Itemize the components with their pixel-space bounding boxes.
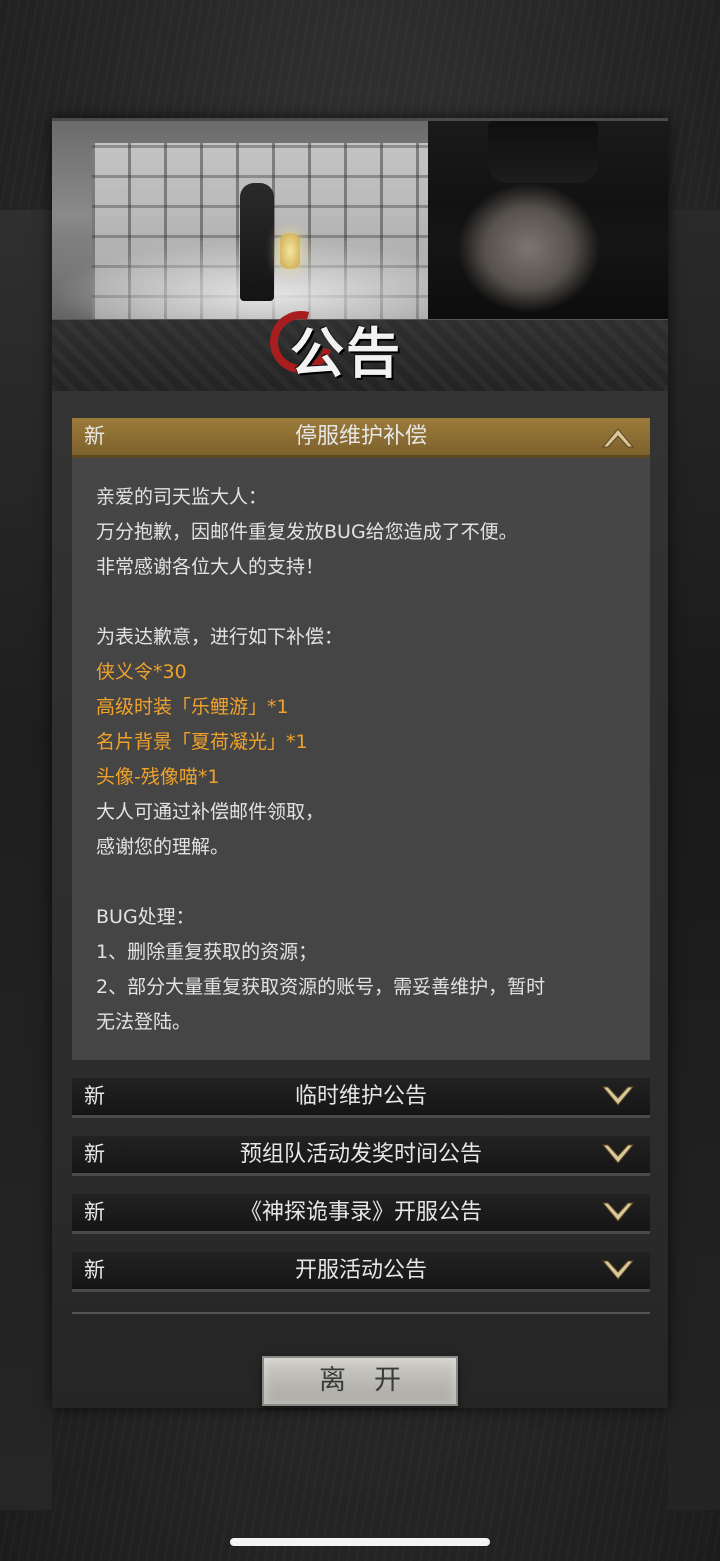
announcement-title: 开服活动公告 (294, 1258, 427, 1283)
banner-figure-illustration (240, 183, 274, 301)
background-left-scenery (0, 210, 52, 1510)
announcement-text-line: BUG处理： (96, 906, 195, 928)
announcement-item: 新 预组队活动发奖时间公告 (72, 1136, 650, 1176)
announcement-title: 临时维护公告 (294, 1084, 427, 1109)
announcement-item: 新 临时维护公告 (72, 1078, 650, 1118)
announcement-blank-line (96, 585, 626, 620)
list-divider (72, 1312, 650, 1314)
new-badge: 新 (84, 1084, 105, 1108)
announcement-text-line: 感谢您的理解。 (96, 836, 230, 858)
announcement-blank-line (96, 865, 626, 900)
announcement-title: 预组队活动发奖时间公告 (239, 1142, 482, 1167)
announcement-text-line: 万分抱歉，因邮件重复发放BUG给您造成了不便。 (96, 521, 518, 543)
announcement-text-line: 亲爱的司天监大人： (96, 486, 268, 508)
reward-item: 名片背景「夏荷凝光」*1 (96, 731, 308, 753)
announcement-body: 亲爱的司天监大人： 万分抱歉，因邮件重复发放BUG给您造成了不便。 非常感谢各位… (72, 458, 650, 1060)
leave-button[interactable]: 离开 (262, 1356, 458, 1406)
reward-item: 侠义令*30 (96, 661, 187, 683)
home-indicator[interactable] (230, 1538, 490, 1546)
announcement-header-collapsed[interactable]: 新 开服活动公告 (72, 1252, 650, 1292)
announcement-text-line: 大人可通过补偿邮件领取， (96, 801, 325, 823)
announcement-item: 新 开服活动公告 (72, 1252, 650, 1292)
new-badge: 新 (84, 424, 105, 448)
banner-title: 公告 (290, 321, 402, 385)
chevron-down-icon[interactable] (600, 1083, 636, 1111)
announcement-banner: 公告 (52, 118, 668, 391)
announcement-text-line: 非常感谢各位大人的支持！ (96, 556, 325, 578)
announcement-header-collapsed[interactable]: 新 临时维护公告 (72, 1078, 650, 1118)
chevron-down-icon[interactable] (600, 1257, 636, 1285)
reward-item: 头像-残像喵*1 (96, 766, 220, 788)
announcement-header-collapsed[interactable]: 新 《神探诡事录》开服公告 (72, 1194, 650, 1234)
announcement-title: 停服维护补偿 (294, 424, 427, 449)
chevron-down-icon[interactable] (600, 1141, 636, 1169)
announcement-list: 新 停服维护补偿 亲爱的司天监大人： 万分抱歉，因邮件重复发放BUG给您造成了不… (72, 418, 650, 1292)
announcement-title: 《神探诡事录》开服公告 (239, 1200, 482, 1225)
announcement-item: 新 《神探诡事录》开服公告 (72, 1194, 650, 1234)
background-right-scenery (668, 210, 720, 1510)
announcement-text-line: 无法登陆。 (96, 1011, 192, 1033)
announcement-text-line: 2、部分大量重复获取资源的账号，需妥善维护，暂时 (96, 976, 546, 998)
banner-portrait-hat (488, 121, 598, 183)
announcement-item: 新 停服维护补偿 亲爱的司天监大人： 万分抱歉，因邮件重复发放BUG给您造成了不… (72, 418, 650, 1060)
chevron-up-icon[interactable] (600, 423, 636, 451)
new-badge: 新 (84, 1142, 105, 1166)
announcement-header-collapsed[interactable]: 新 预组队活动发奖时间公告 (72, 1136, 650, 1176)
announcement-text-line: 为表达歉意，进行如下补偿： (96, 626, 344, 648)
reward-item: 高级时装「乐鲤游」*1 (96, 696, 289, 718)
new-badge: 新 (84, 1200, 105, 1224)
lantern-icon (280, 233, 300, 269)
announcement-header-expanded[interactable]: 新 停服维护补偿 (72, 418, 650, 458)
announcement-text-line: 1、删除重复获取的资源； (96, 941, 318, 963)
new-badge: 新 (84, 1258, 105, 1282)
chevron-down-icon[interactable] (600, 1199, 636, 1227)
